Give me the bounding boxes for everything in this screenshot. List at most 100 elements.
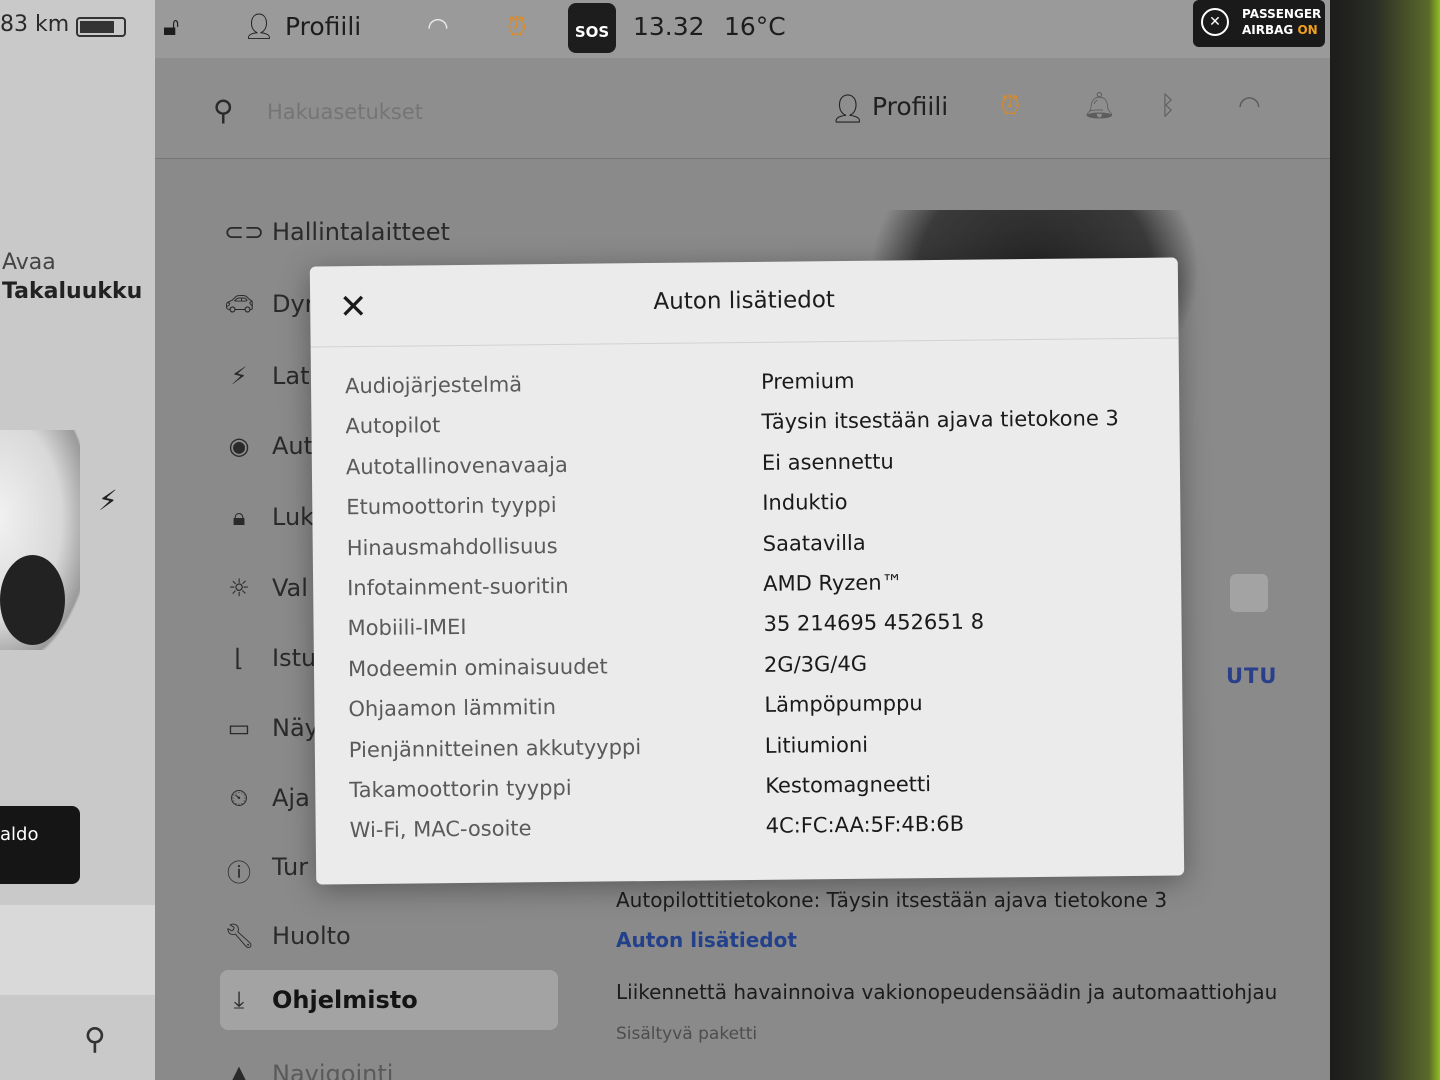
spec-key: Modeemin ominaisuudet (347, 654, 608, 681)
open-action-label: Avaa (2, 250, 56, 275)
spec-value: 4C:FC:AA:5F:4B:6B (765, 812, 965, 839)
bottom-card (0, 905, 155, 995)
wifi-icon: ◠ (427, 12, 449, 41)
menu-item-controls[interactable]: ⊂⊃ Hallintalaitteet (220, 208, 560, 258)
menu-item-label: Huolto (272, 922, 351, 950)
bottom-action-button[interactable]: aldo (0, 806, 80, 884)
sun-icon: ☼ (228, 574, 250, 602)
seat-icon: ⌊ (234, 644, 244, 672)
menu-item-label: Dyr (272, 290, 315, 318)
spec-key: Autotallinovenavaaja (345, 452, 568, 479)
spec-value: Kestomagneetti (765, 771, 932, 798)
spec-value: 2G/3G/4G (763, 651, 868, 677)
bluetooth-icon[interactable]: ᛒ (1160, 91, 1176, 121)
header-profile-button[interactable]: Profiili (872, 92, 948, 121)
profile-icon: 👤︎ (830, 92, 866, 125)
menu-item-software[interactable]: ⤓ Ohjelmisto (220, 970, 558, 1030)
lock-icon: 🔒︎ (232, 503, 246, 531)
utu-link[interactable]: UTU (1226, 664, 1277, 688)
download-icon: ⤓ (233, 986, 245, 1014)
menu-item-label: Istu (272, 644, 317, 672)
spec-value: Täysin itsestään ajava tietokone 3 (761, 406, 1119, 435)
settings-header: ⚲ 👤︎ Profiili ⏰︎ 🔔︎ ᛒ ◠ (155, 58, 1330, 159)
menu-item-label: Tur (272, 853, 309, 881)
spec-key: Audiojärjestelmä (344, 372, 523, 399)
schedule-icon: ⏲︎ (229, 784, 249, 812)
airbag-line2: AIRBAG ON (1242, 23, 1318, 37)
toggle-square[interactable] (1230, 574, 1268, 612)
wrench-icon: 🔧︎ (224, 922, 255, 950)
profile-icon: 👤︎ (243, 12, 275, 41)
menu-item-label: Aut (272, 432, 314, 460)
car-icon: 🚗︎ (224, 290, 255, 318)
settings-search-input[interactable] (265, 96, 569, 128)
vehicle-details-modal: ✕ Auton lisätiedot Audiojärjestelmä Premi… (309, 257, 1185, 885)
unlock-icon[interactable]: 🔓︎ (163, 12, 179, 42)
menu-item-label: Näy (272, 714, 319, 742)
spec-key: Takamoottorin tyyppi (349, 775, 572, 803)
open-trunk-button[interactable]: Avaa Takaluukku (2, 248, 142, 306)
bolt-icon: ⚡ (230, 362, 248, 390)
toggle-icon: ⊂⊃ (224, 218, 265, 246)
spec-list: Audiojärjestelmä Premium Autopilot Täysin … (345, 366, 1150, 859)
spec-key: Hinausmahdollisuus (346, 533, 558, 560)
spec-key: Wi-Fi, MAC-osoite (349, 816, 532, 843)
status-profile-label[interactable]: Profiili (285, 12, 361, 41)
wifi-icon[interactable]: ◠ (1238, 91, 1261, 121)
airbag-icon: ✕ (1201, 8, 1229, 36)
alarm-icon: ⏰︎ (507, 12, 527, 41)
menu-item-label: Hallintalaitteet (272, 218, 450, 246)
battery-fill (80, 21, 114, 33)
outside-temperature: 16°C (724, 12, 786, 41)
spec-key: Infotainment-suoritin (347, 573, 569, 601)
autopilot-computer-text: Autopilottitietokone: Täysin itsestään a… (616, 888, 1168, 912)
passenger-airbag-indicator: ✕ PASSENGER AIRBAG ON (1193, 0, 1325, 47)
spec-value: AMD Ryzen™ (763, 570, 903, 596)
bell-icon[interactable]: 🔔︎ (1083, 91, 1116, 121)
menu-item-service[interactable]: 🔧︎ Huolto (220, 912, 560, 962)
open-target-label: Takaluukku (2, 279, 143, 304)
spec-key: Pienjännitteinen akkutyyppi (348, 734, 642, 762)
menu-item-label: Ohjelmisto (272, 986, 418, 1014)
charge-port-icon[interactable]: ⚡ (98, 484, 118, 517)
spec-value: Litiumioni (764, 732, 869, 758)
safety-icon: ⓘ (227, 859, 251, 887)
car-pane: 83 km Avaa Takaluukku ⚡ aldo ⚲ (0, 0, 155, 1080)
menu-item-label: Luk (272, 503, 315, 531)
menu-item-label: Aja (272, 784, 310, 812)
sos-button[interactable]: SOS (568, 3, 616, 53)
menu-item-label: Val (272, 574, 308, 602)
car-wheel (0, 555, 65, 645)
airbag-word: AIRBAG (1242, 23, 1294, 37)
airbag-line1: PASSENGER (1242, 7, 1322, 21)
traffic-aware-cruise-title: Liikennettä havainnoiva vakionopeudensää… (616, 980, 1278, 1004)
sos-label: SOS (574, 23, 610, 41)
alarm-icon[interactable]: ⏰︎ (1000, 91, 1020, 122)
spec-value: Premium (760, 368, 855, 394)
touchscreen: 83 km Avaa Takaluukku ⚡ aldo ⚲ 🔓︎ 👤︎ Pro… (0, 0, 1330, 1080)
display-icon: ▭ (227, 714, 251, 742)
status-bar: 🔓︎ 👤︎ Profiili ◠ ⏰︎ SOS 13.32 16°C ✕ PAS… (155, 0, 1330, 58)
traffic-aware-cruise-sub: Sisältyvä paketti (616, 1024, 758, 1044)
spec-key: Autopilot (345, 413, 441, 439)
range-readout: 83 km (0, 12, 70, 37)
vehicle-details-link[interactable]: Auton lisätiedot (616, 928, 797, 952)
battery-icon (76, 17, 126, 37)
display-bezel (1330, 0, 1440, 1080)
menu-item-navigation[interactable]: ▲ Navigointi (220, 1050, 560, 1080)
spec-value: Lämpöpumppu (764, 691, 923, 717)
bottom-action-label: aldo (0, 824, 39, 845)
spec-row: Wi-Fi, MAC-osoite 4C:FC:AA:5F:4B:6B (350, 810, 1150, 859)
search-icon: ⚲ (213, 94, 234, 127)
clock: 13.32 (633, 12, 705, 41)
menu-item-label: Lat (272, 362, 310, 390)
menu-item-label: Navigointi (272, 1060, 394, 1080)
spec-value: Induktio (762, 490, 848, 516)
modal-header: ✕ Auton lisätiedot (309, 257, 1179, 348)
spec-key: Etumoottorin tyyppi (346, 493, 557, 520)
modal-title: Auton lisätiedot (653, 287, 836, 315)
spec-value: Saatavilla (762, 530, 866, 556)
spec-value: Ei asennettu (761, 449, 894, 475)
search-icon[interactable]: ⚲ (84, 1022, 106, 1057)
spec-key: Mobiili-IMEI (347, 615, 467, 641)
